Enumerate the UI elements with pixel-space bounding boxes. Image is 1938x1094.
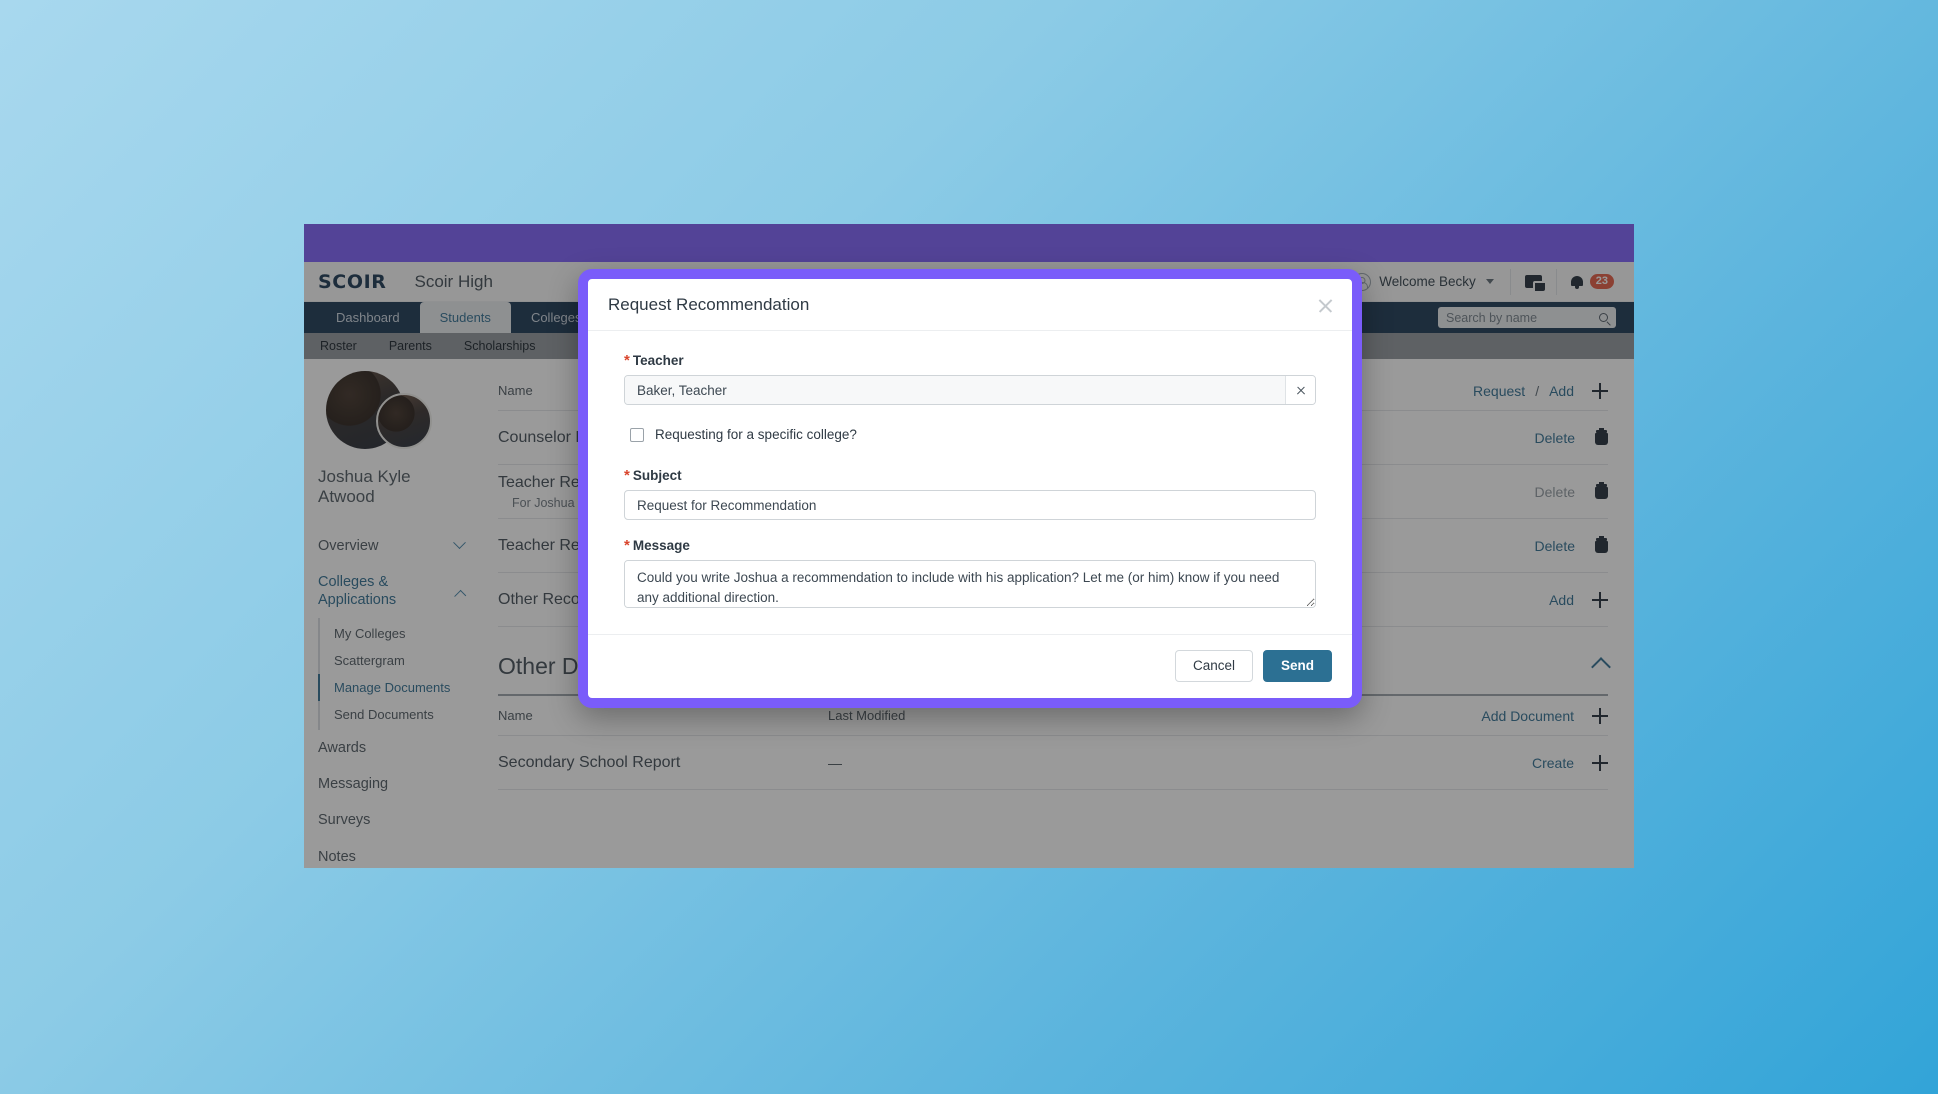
specific-college-checkbox-row[interactable]: Requesting for a specific college?: [630, 427, 1316, 442]
subject-field-group: * Subject: [624, 468, 1316, 520]
teacher-value[interactable]: Baker, Teacher: [625, 376, 1285, 404]
teacher-label: * Teacher: [624, 353, 1316, 368]
specific-college-label: Requesting for a specific college?: [655, 427, 857, 442]
teacher-input[interactable]: Baker, Teacher: [624, 375, 1316, 405]
close-icon[interactable]: [1317, 297, 1334, 314]
required-asterisk: *: [624, 537, 630, 554]
send-button[interactable]: Send: [1262, 650, 1332, 683]
dialog-footer: Cancel Send: [588, 634, 1352, 698]
message-textarea[interactable]: [624, 560, 1316, 608]
dialog-titlebar: Request Recommendation: [588, 279, 1352, 331]
message-field-group: * Message: [624, 538, 1316, 608]
message-label-text: Message: [632, 538, 690, 553]
clear-teacher-button[interactable]: [1285, 376, 1315, 404]
subject-input[interactable]: [624, 490, 1316, 520]
subject-label: * Subject: [624, 468, 1316, 483]
clear-x-icon: [1296, 385, 1306, 395]
dialog-body: * Teacher Baker, Teacher Requesting for …: [588, 331, 1352, 634]
subject-label-text: Subject: [632, 468, 682, 483]
required-asterisk: *: [624, 352, 630, 369]
message-label: * Message: [624, 538, 1316, 553]
dialog-title: Request Recommendation: [608, 295, 810, 314]
teacher-field-group: * Teacher Baker, Teacher: [624, 353, 1316, 405]
required-asterisk: *: [624, 467, 630, 484]
teacher-label-text: Teacher: [632, 353, 684, 368]
request-recommendation-dialog: Request Recommendation * Teacher Baker, …: [578, 269, 1362, 709]
specific-college-checkbox[interactable]: [630, 427, 644, 442]
cancel-button[interactable]: Cancel: [1174, 650, 1253, 683]
